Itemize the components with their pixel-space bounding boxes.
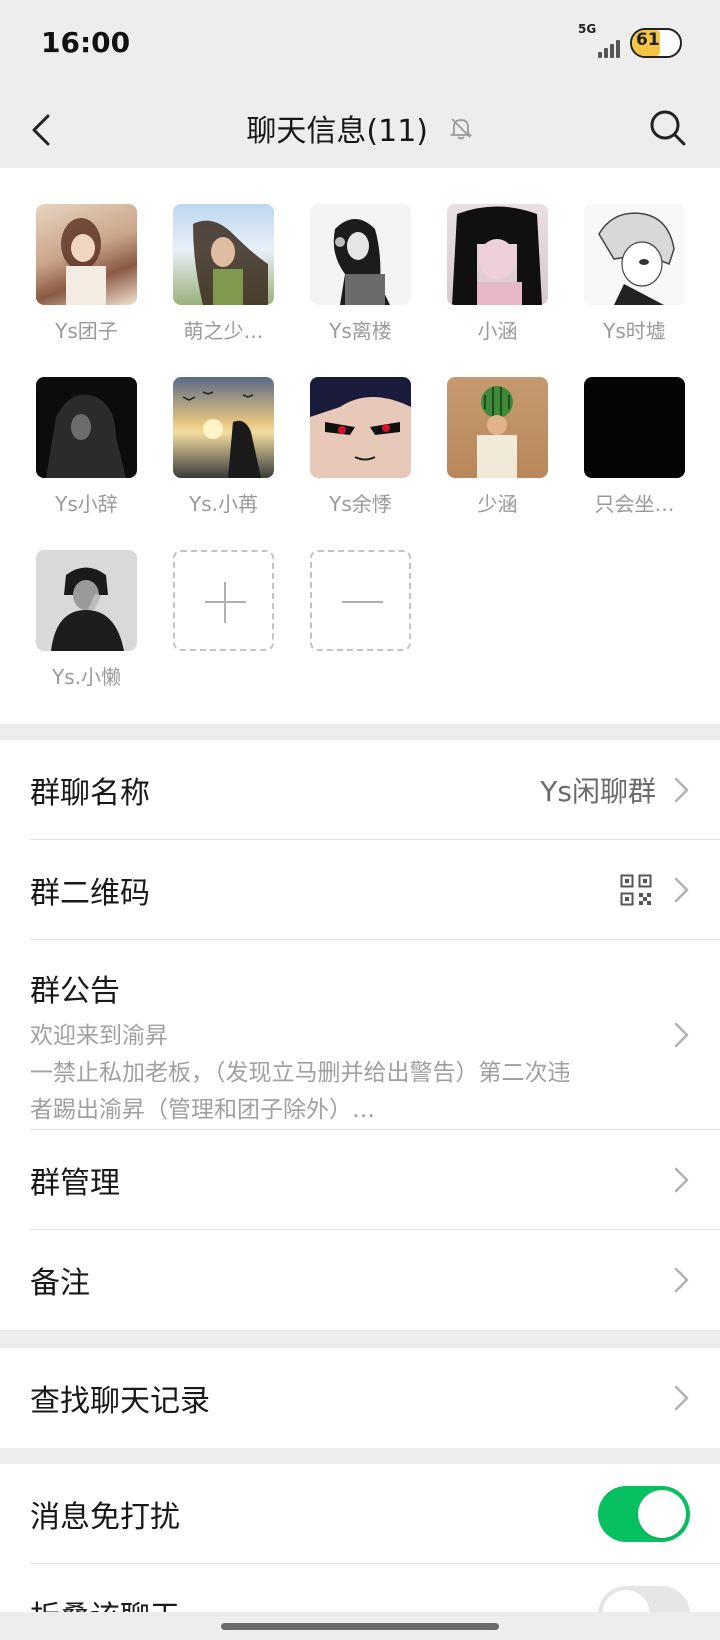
battery-icon: 61 xyxy=(630,28,682,58)
member-name: Ys团子 xyxy=(55,319,118,343)
group-name-row[interactable]: 群聊名称 Ys闲聊群 xyxy=(0,740,720,840)
avatar xyxy=(36,204,137,305)
search-card: 查找聊天记录 xyxy=(0,1348,720,1448)
member-item[interactable]: 少涵 xyxy=(447,377,548,550)
minus-icon xyxy=(310,550,411,651)
remark-label: 备注 xyxy=(30,1266,90,1301)
signal-icon: 5G xyxy=(578,22,622,60)
member-item[interactable]: Ys团子 xyxy=(36,204,137,377)
mute-label: 消息免打扰 xyxy=(30,1500,180,1535)
member-item[interactable]: Ys时墟 xyxy=(584,204,685,377)
member-item[interactable]: 萌之少… xyxy=(173,204,274,377)
avatar xyxy=(584,204,685,305)
avatar xyxy=(310,204,411,305)
add-member-button[interactable] xyxy=(173,550,274,723)
group-notice-row[interactable]: 群公告 欢迎来到渝昇 一禁止私加老板，（发现立马删并给出警告）第二次违 者踢出渝… xyxy=(0,940,720,1130)
member-name: 萌之少… xyxy=(183,319,264,343)
chevron-right-icon xyxy=(674,1385,689,1411)
member-item[interactable]: Ys.小苒 xyxy=(173,377,274,550)
group-name-label: 群聊名称 xyxy=(30,776,150,811)
avatar xyxy=(173,204,274,305)
member-name: Ys.小懒 xyxy=(52,665,121,689)
home-indicator[interactable] xyxy=(221,1623,499,1630)
chevron-right-icon xyxy=(674,1167,689,1193)
avatar xyxy=(447,204,548,305)
member-name: Ys余悸 xyxy=(329,492,392,516)
member-grid: Ys团子 萌之少… Ys离楼 小涵 Ys时墟 Ys小辞 Ys.小苒 Ys余悸 少… xyxy=(0,168,720,724)
group-notice-text: 欢迎来到渝昇 一禁止私加老板，（发现立马删并给出警告）第二次违 者踢出渝昇（管理… xyxy=(30,1023,571,1123)
remove-member-button[interactable] xyxy=(310,550,411,723)
member-item[interactable]: Ys余悸 xyxy=(310,377,411,550)
chevron-right-icon xyxy=(674,1022,689,1048)
nav-bar: 聊天信息(11) xyxy=(0,92,720,168)
avatar xyxy=(36,377,137,478)
mute-row: 消息免打扰 xyxy=(0,1464,720,1564)
member-item[interactable]: 只会坐… xyxy=(584,377,685,550)
group-manage-row[interactable]: 群管理 xyxy=(0,1130,720,1230)
remark-row[interactable]: 备注 xyxy=(0,1230,720,1330)
member-name: Ys小辞 xyxy=(55,492,118,516)
mute-bell-icon xyxy=(449,118,472,140)
chevron-right-icon xyxy=(674,1267,689,1293)
plus-icon xyxy=(173,550,274,651)
member-name: Ys离楼 xyxy=(329,319,392,343)
network-type: 5G xyxy=(578,22,597,36)
member-name: 小涵 xyxy=(477,319,518,343)
search-icon xyxy=(650,110,686,146)
member-item[interactable]: Ys小辞 xyxy=(36,377,137,550)
avatar xyxy=(310,377,411,478)
battery-level: 61 xyxy=(636,30,660,50)
avatar xyxy=(173,377,274,478)
group-manage-label: 群管理 xyxy=(30,1166,120,1201)
page-title-text: 聊天信息(11) xyxy=(246,114,429,149)
member-name: 少涵 xyxy=(477,492,518,516)
status-time: 16:00 xyxy=(41,26,131,59)
avatar xyxy=(584,377,685,478)
page-title: 聊天信息(11) xyxy=(0,106,720,150)
status-icons: 5G 61 xyxy=(578,22,682,60)
group-qr-row[interactable]: 群二维码 xyxy=(0,840,720,940)
mute-toggle[interactable] xyxy=(598,1486,690,1542)
group-qr-label: 群二维码 xyxy=(30,876,150,911)
search-button[interactable] xyxy=(646,106,690,150)
group-settings-card: 群聊名称 Ys闲聊群 群二维码 群公告 欢迎来到渝昇 一禁止私加老板，（发现立马… xyxy=(0,740,720,1330)
group-notice-label: 群公告 xyxy=(30,974,120,1009)
status-bar: 16:00 5G 61 xyxy=(0,0,720,92)
qr-code-icon xyxy=(620,874,652,906)
member-name: Ys.小苒 xyxy=(189,492,258,516)
member-item[interactable]: Ys离楼 xyxy=(310,204,411,377)
chevron-right-icon xyxy=(674,877,689,903)
home-bar xyxy=(0,1612,720,1640)
member-item[interactable]: Ys.小懒 xyxy=(36,550,137,723)
member-item[interactable]: 小涵 xyxy=(447,204,548,377)
chevron-right-icon xyxy=(674,777,689,803)
member-name: Ys时墟 xyxy=(603,319,666,343)
search-history-label: 查找聊天记录 xyxy=(30,1384,210,1419)
search-history-row[interactable]: 查找聊天记录 xyxy=(0,1348,720,1448)
member-name: 只会坐… xyxy=(594,492,675,516)
group-name-value: Ys闲聊群 xyxy=(540,775,656,808)
avatar xyxy=(447,377,548,478)
avatar xyxy=(36,550,137,651)
